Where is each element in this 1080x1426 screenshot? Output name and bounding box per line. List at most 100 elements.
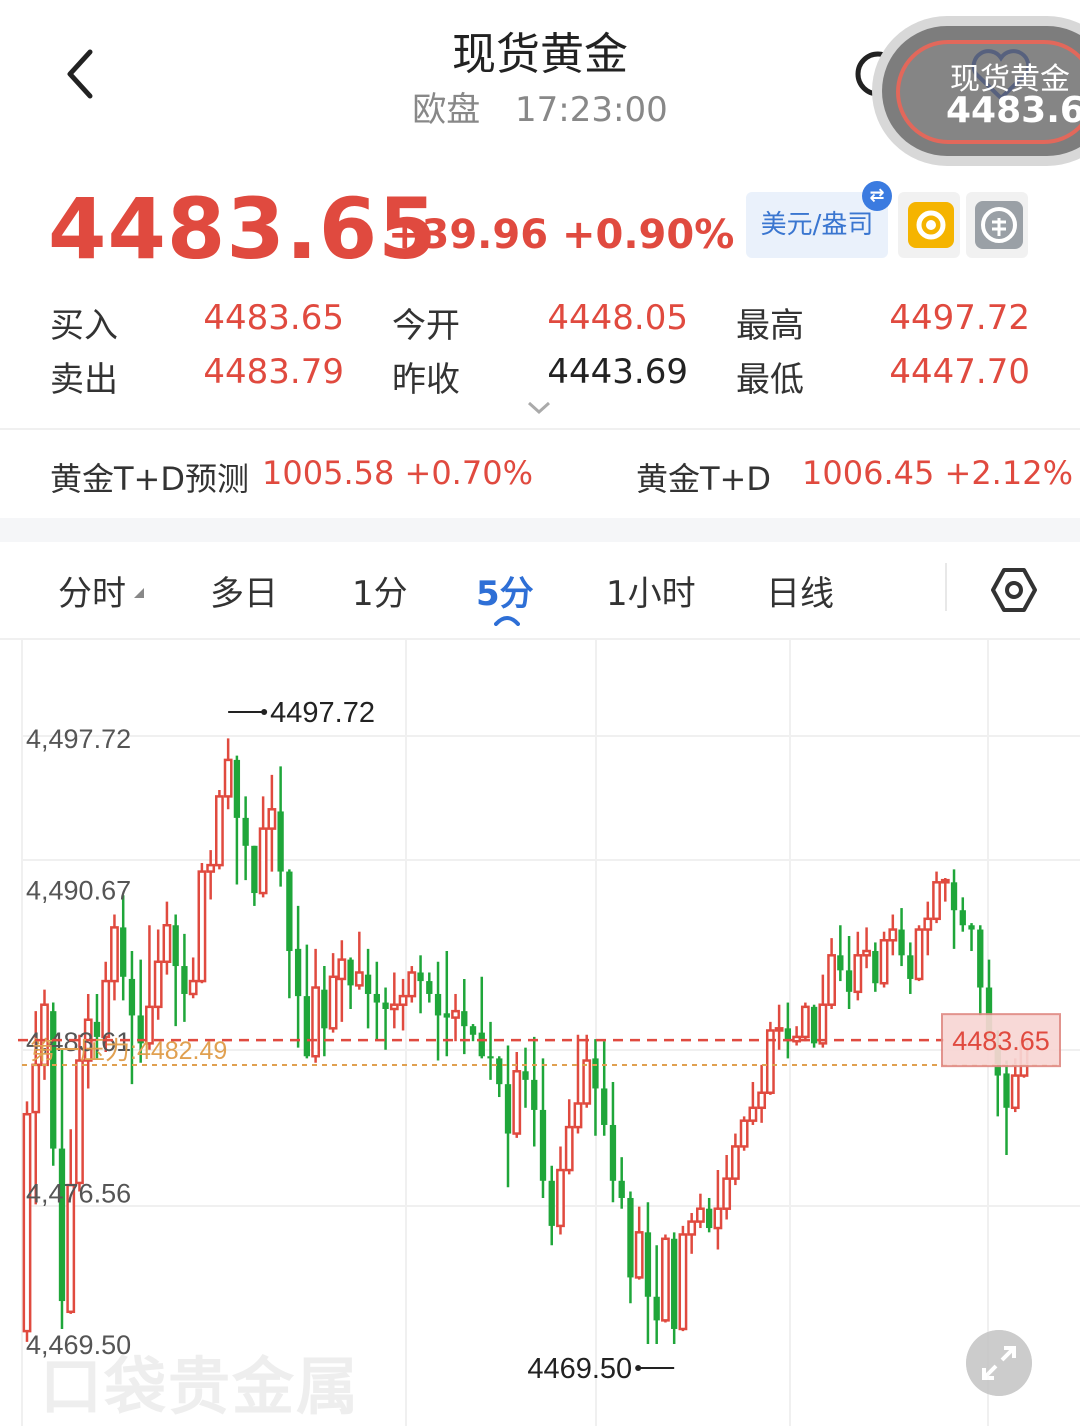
- related-label-2[interactable]: 黄金T+D: [636, 454, 771, 500]
- candle-body: [512, 1070, 522, 1135]
- candle-body: [22, 1112, 32, 1333]
- price-change-percent: +0.90%: [561, 212, 735, 258]
- candle-body: [443, 1013, 450, 1018]
- candle-body: [800, 1005, 810, 1039]
- candle-body: [496, 1058, 503, 1085]
- candle-body: [888, 928, 898, 942]
- expand-icon[interactable]: [966, 1330, 1032, 1396]
- candle-body: [748, 1106, 758, 1122]
- candle-body: [303, 996, 311, 1057]
- y-tick-label: 4,476.56: [26, 1178, 131, 1208]
- current-price: 4483.65: [48, 180, 438, 278]
- open-label: 今开: [392, 306, 460, 346]
- tab-timeshare[interactable]: 分时: [58, 566, 126, 615]
- candle-body: [251, 845, 258, 894]
- candle-body: [618, 1180, 625, 1198]
- candle-body: [564, 1125, 574, 1172]
- candle-body: [347, 959, 354, 986]
- y-tick-label: 4,490.67: [26, 875, 131, 905]
- candle-body: [487, 1056, 494, 1059]
- candle-body: [110, 926, 119, 983]
- candle-body: [382, 1002, 389, 1010]
- tab-multi-day[interactable]: 多日: [210, 566, 278, 615]
- app-screen: 现货黄金 欧盘 17:23:00 现货黄金 4483.65 4483.65 +3…: [0, 0, 1080, 1426]
- candle-body: [556, 1168, 565, 1228]
- candle-body: [713, 1207, 723, 1230]
- candle-body: [932, 881, 941, 921]
- high-marker-dot: [261, 709, 268, 715]
- candle-body: [706, 1208, 713, 1229]
- buy-value: 4483.65: [203, 298, 344, 338]
- low-value: 4447.70: [889, 352, 1030, 392]
- candle-body: [181, 966, 188, 994]
- candle-body: [573, 1102, 583, 1129]
- candle-body: [128, 978, 136, 1016]
- high-marker-label: 4497.72: [270, 697, 375, 729]
- candle-body: [862, 949, 871, 957]
- candle-body: [774, 1027, 784, 1032]
- swap-icon: ⇄: [862, 181, 892, 211]
- prev-close-label: 昨收: [392, 360, 460, 400]
- candle-body: [1010, 1074, 1020, 1110]
- candle-body: [634, 1231, 644, 1279]
- refresh-icon: [908, 202, 954, 248]
- candle-body: [31, 1063, 41, 1114]
- candle-body: [461, 1011, 468, 1027]
- candle-body: [601, 1088, 608, 1125]
- tab-1hour[interactable]: 1小时: [606, 566, 696, 615]
- candle-body: [233, 759, 241, 818]
- y-tick-label: 4,469.50: [26, 1330, 131, 1360]
- candle-body: [907, 955, 914, 979]
- candle-body: [582, 1059, 592, 1105]
- candle-body: [504, 1084, 512, 1134]
- tab-5min[interactable]: 5分: [476, 566, 534, 615]
- candle-body: [696, 1207, 705, 1223]
- candle-body: [818, 1003, 828, 1045]
- candlestick-chart[interactable]: 4,497.724,490.674,483.614,476.564,469.50…: [0, 640, 1080, 1426]
- candle-body: [354, 971, 364, 987]
- candle-body: [898, 929, 905, 956]
- candle-body: [328, 975, 338, 1030]
- candle-body: [853, 954, 863, 994]
- candle-body: [153, 960, 163, 1009]
- low-marker-dot: [635, 1365, 642, 1371]
- candle-body: [837, 955, 844, 971]
- floating-quote-price: 4483.65: [946, 90, 1080, 131]
- candle-body: [373, 993, 380, 1003]
- prev-close-value: 4443.69: [547, 352, 688, 392]
- candle-body: [872, 951, 879, 984]
- candle-body: [223, 758, 233, 798]
- tab-1min[interactable]: 1分: [352, 566, 408, 615]
- candle-body: [739, 1119, 749, 1148]
- candle-body: [653, 1296, 660, 1321]
- candle-body: [627, 1197, 634, 1278]
- tab-daily[interactable]: 日线: [766, 566, 834, 615]
- candle-body: [968, 925, 975, 930]
- candle-body: [407, 971, 417, 998]
- candle-body: [162, 924, 172, 964]
- price-change: +39.96 +0.90%: [388, 212, 734, 258]
- candle-body: [678, 1233, 688, 1331]
- sell-label: 卖出: [50, 360, 118, 400]
- candle-body: [337, 958, 347, 981]
- dropdown-triangle-icon: [134, 588, 144, 598]
- candle-body: [277, 811, 284, 872]
- candle-body: [671, 1238, 678, 1329]
- hexagon-settings-icon[interactable]: [990, 566, 1038, 614]
- candle-body: [531, 1079, 538, 1110]
- related-label-1[interactable]: 黄金T+D预测: [50, 454, 249, 500]
- active-tab-indicator: [494, 616, 520, 626]
- candle-body: [609, 1124, 617, 1181]
- related-value-2: 1006.45 +2.12%: [802, 454, 1073, 492]
- candle-body: [172, 925, 179, 967]
- calculator-button[interactable]: [966, 192, 1028, 258]
- tab-separator: [945, 563, 947, 611]
- candle-body: [267, 808, 277, 830]
- candle-body: [730, 1145, 740, 1180]
- candle-body: [206, 863, 216, 873]
- candle-body: [478, 1032, 485, 1057]
- chevron-down-icon[interactable]: [526, 400, 552, 416]
- candle-body: [827, 954, 836, 1006]
- refresh-button[interactable]: [898, 192, 960, 258]
- price-change-value: +39.96: [388, 212, 549, 258]
